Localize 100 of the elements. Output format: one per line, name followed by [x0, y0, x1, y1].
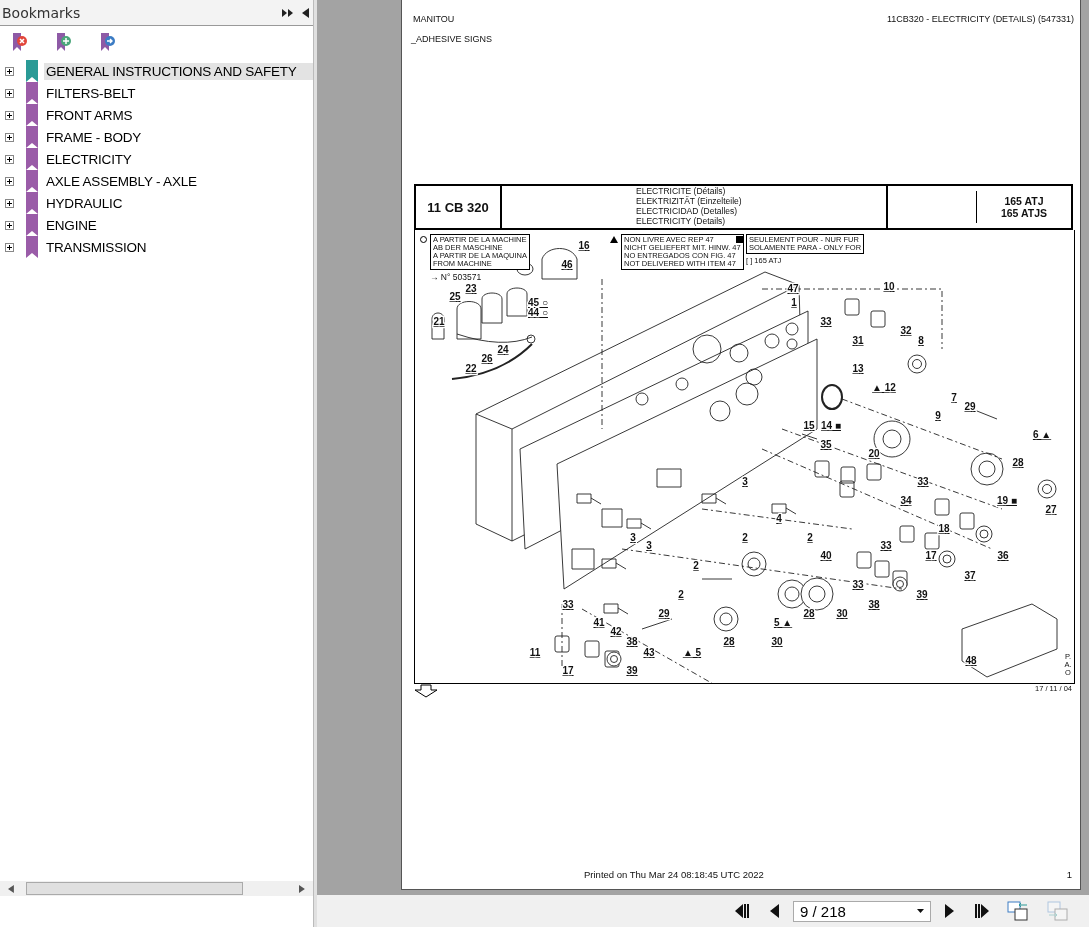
bookmark-item[interactable]: TRANSMISSION — [44, 238, 313, 256]
bookmark-item[interactable]: FILTERS-BELT — [44, 84, 313, 102]
last-page-icon[interactable] — [973, 903, 989, 919]
callout-number: 43 — [643, 647, 655, 658]
bookmark-item[interactable]: FRONT ARMS — [44, 106, 313, 124]
dropdown-caret-icon[interactable] — [917, 909, 924, 913]
callout-number: 33 — [562, 599, 574, 610]
scroll-left-icon[interactable] — [8, 884, 14, 893]
callout-number: 24 — [497, 344, 509, 355]
callout-number: 3 — [646, 540, 652, 551]
next-page-icon[interactable] — [945, 903, 955, 919]
callout-number: 15 — [803, 420, 815, 431]
callout-number: 10 — [883, 281, 895, 292]
bookmark-item[interactable]: AXLE ASSEMBLY - AXLE — [44, 172, 313, 190]
callout-number: 21 — [433, 316, 445, 327]
drawing-title: ELEKTRIZITÄT (Einzelteile) — [636, 196, 743, 206]
square-symbol-icon — [736, 236, 743, 243]
callout-number: 33 — [852, 579, 864, 590]
callout-number: 41 — [593, 617, 605, 628]
bookmark-item[interactable]: ELECTRICITY — [44, 150, 313, 168]
bookmark-item[interactable]: HYDRAULIC — [44, 194, 313, 212]
callout-number: 11 — [529, 647, 541, 658]
callout-number: 25 — [449, 291, 461, 302]
horizontal-scrollbar[interactable] — [0, 881, 313, 896]
callout-number: 7 — [951, 392, 957, 403]
double-arrow-icon[interactable] — [282, 7, 294, 18]
expand-toggle[interactable] — [5, 154, 14, 164]
callout-number: 22 — [465, 363, 477, 374]
previous-view-icon[interactable] — [1007, 901, 1029, 921]
callout-number: 19 ■ — [997, 495, 1017, 506]
callout-number: 36 — [997, 550, 1009, 561]
callout-number: 28 — [1012, 457, 1024, 468]
callout-number: 34 — [900, 495, 912, 506]
expand-toggle[interactable] — [5, 220, 14, 230]
panel-title: Bookmarks — [2, 4, 82, 21]
drawing-title: ELECTRICITY (Details) — [636, 216, 727, 226]
callout-number: 26 — [481, 353, 493, 364]
go-to-bookmark-icon[interactable] — [98, 32, 118, 52]
section-heading: _ADHESIVE SIGNS — [410, 33, 494, 44]
triangle-symbol-icon — [610, 236, 618, 243]
callout-number: 17 — [925, 550, 937, 561]
expand-toggle[interactable] — [5, 198, 14, 208]
circle-symbol-icon — [420, 236, 427, 243]
callout-number: 30 — [836, 608, 848, 619]
callout-number: 9 — [935, 410, 941, 421]
callout-number: 30 — [771, 636, 783, 647]
callout-number: ▲ 12 — [872, 382, 896, 393]
callout-number: 27 — [1045, 504, 1057, 515]
callout-number: 18 — [938, 523, 950, 534]
splitter-handle[interactable] — [314, 0, 317, 927]
callout-number: 2 — [807, 532, 813, 543]
callout-number: 29 — [658, 608, 670, 619]
callout-number: 16 — [578, 240, 590, 251]
add-bookmark-icon[interactable] — [54, 32, 74, 52]
callout-number: 5 ▲ — [773, 617, 793, 628]
first-page-icon[interactable] — [735, 903, 751, 919]
callout-number: 35 — [820, 439, 832, 450]
expand-toggle[interactable] — [5, 242, 14, 252]
callout-number: 23 — [465, 283, 477, 294]
callout-number: 17 — [562, 665, 574, 676]
callout-number: 28 — [803, 608, 815, 619]
delete-bookmark-icon[interactable] — [10, 32, 30, 52]
page-number: 1 — [1066, 869, 1072, 880]
model-name: 165 ATJS — [1000, 207, 1048, 219]
callout-number: 31 — [852, 335, 864, 346]
callout-number: 2 — [693, 560, 699, 571]
expand-toggle[interactable] — [5, 110, 14, 120]
document-reference: 11CB320 - ELECTRICITY (DETAILS) (547331) — [886, 14, 1074, 24]
brand-text: MANITOU — [413, 14, 455, 24]
callout-number: 38 — [868, 599, 880, 610]
page-selector[interactable]: 9 / 218 — [793, 900, 931, 922]
scroll-right-icon[interactable] — [299, 884, 305, 893]
callout-number: 29 — [964, 401, 976, 412]
callout-number: 3 — [742, 476, 748, 487]
bookmark-item[interactable]: ENGINE — [44, 216, 313, 234]
callout-number: 1 — [791, 297, 797, 308]
bookmark-item[interactable]: GENERAL INSTRUCTIONS AND SAFETY — [44, 62, 313, 80]
drawing-title: ELECTRICIDAD (Detalles) — [636, 206, 739, 216]
expand-toggle[interactable] — [5, 66, 14, 76]
callout-number: 2 — [742, 532, 748, 543]
bookmark-item[interactable]: FRAME - BODY — [44, 128, 313, 146]
callout-number: 46 — [561, 259, 573, 270]
callout-number: 2 — [678, 589, 684, 600]
callout-number: 48 — [965, 655, 977, 666]
print-timestamp: Printed on Thu Mar 24 08:18:45 UTC 2022 — [584, 869, 764, 880]
drawing-title: ELECTRICITE (Détails) — [636, 186, 727, 196]
expand-toggle[interactable] — [5, 176, 14, 186]
expand-toggle[interactable] — [5, 132, 14, 142]
callout-number: 39 — [916, 589, 928, 600]
callout-number: 40 — [820, 550, 832, 561]
collapse-arrow-icon[interactable] — [302, 7, 309, 18]
callout-number: 33 — [880, 540, 892, 551]
callout-number: 38 — [626, 636, 638, 647]
callout-number: 20 — [868, 448, 880, 459]
callout-number: 8 — [918, 335, 924, 346]
callout-number: 32 — [900, 325, 912, 336]
callout-number: 37 — [964, 570, 976, 581]
model-name: 165 ATJ — [1004, 195, 1044, 207]
expand-toggle[interactable] — [5, 88, 14, 98]
previous-page-icon[interactable] — [769, 903, 779, 919]
